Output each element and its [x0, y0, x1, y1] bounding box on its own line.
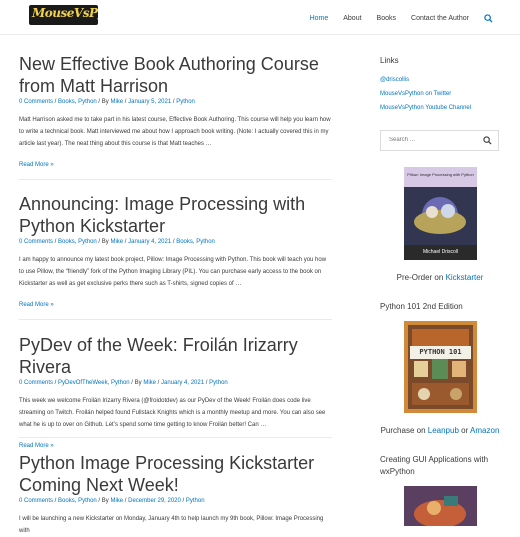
nav-contact[interactable]: Contact the Author — [411, 15, 469, 22]
python101-book-cover[interactable]: PYTHON 101 — [404, 321, 477, 413]
date-link[interactable]: January 4, 2021 — [161, 380, 204, 386]
comments-link[interactable]: 0 Comments — [19, 239, 53, 245]
author-prefix: By — [101, 498, 109, 504]
author-prefix: By — [101, 239, 109, 245]
comments-link[interactable]: 0 Comments — [19, 380, 53, 386]
post-title[interactable]: New Effective Book Authoring Course from… — [19, 54, 332, 97]
category-link[interactable]: Python — [78, 498, 97, 504]
wxpython-book-cover[interactable] — [404, 486, 477, 526]
post: Announcing: Image Processing with Python… — [19, 194, 332, 308]
kickstarter-link[interactable]: Kickstarter — [446, 273, 484, 282]
author-link[interactable]: Mike — [143, 380, 156, 386]
date-link[interactable]: January 4, 2021 — [128, 239, 171, 245]
date-link[interactable]: December 29, 2020 — [128, 498, 181, 504]
post-excerpt: I will be launching a new Kickstarter on… — [19, 516, 324, 534]
search-input[interactable] — [389, 137, 479, 143]
preorder-caption: Pre-Order on Kickstarter — [380, 273, 500, 282]
post-title[interactable]: Python Image Processing Kickstarter Comi… — [19, 453, 332, 496]
wxpython-widget-title: Creating GUI Applications with wxPython — [380, 455, 489, 476]
comments-link[interactable]: 0 Comments — [19, 99, 53, 105]
post-title-link[interactable]: PyDev of the Week: Froilán Irizarry Rive… — [19, 335, 298, 377]
category-link[interactable]: Python — [111, 380, 130, 386]
post-excerpt: Matt Harrison asked me to take part in h… — [19, 117, 331, 147]
tag-link[interactable]: Python — [176, 99, 195, 105]
python101-cover-art — [404, 321, 477, 413]
pillow-cover-author: Michael Driscoll — [422, 249, 458, 255]
read-more-link[interactable]: Read More » — [19, 302, 332, 308]
post: New Effective Book Authoring Course from… — [19, 54, 332, 168]
search-icon[interactable] — [483, 136, 492, 145]
post-meta: 0 Comments / Books, Python / By Mike / D… — [19, 498, 205, 504]
category-link[interactable]: PyDevOfTheWeek — [58, 380, 108, 386]
category-link[interactable]: Python — [78, 239, 97, 245]
links-widget-title: Links — [380, 56, 399, 65]
category-link[interactable]: Books — [58, 498, 75, 504]
read-more-link[interactable]: Read More » — [19, 162, 332, 168]
python101-cover-text: PYTHON 101 — [410, 346, 471, 359]
tag-link[interactable]: Python — [186, 498, 205, 504]
post-meta: 0 Comments / PyDevOfTheWeek, Python / By… — [19, 380, 228, 386]
author-link[interactable]: Mike — [110, 239, 123, 245]
post-title-link[interactable]: New Effective Book Authoring Course from… — [19, 54, 319, 96]
amazon-link[interactable]: Amazon — [470, 426, 499, 435]
post-title[interactable]: Announcing: Image Processing with Python… — [19, 194, 332, 237]
comments-link[interactable]: 0 Comments — [19, 498, 53, 504]
purchase-text: Purchase on — [380, 426, 426, 435]
post-divider — [19, 437, 332, 438]
category-link[interactable]: Books — [58, 239, 75, 245]
python101-widget-title: Python 101 2nd Edition — [380, 302, 463, 311]
category-link[interactable]: Books — [58, 99, 75, 105]
pillow-cover-art — [404, 167, 477, 260]
site-logo[interactable]: MouseVsPython — [29, 5, 98, 25]
nav-home[interactable]: Home — [310, 15, 329, 22]
author-prefix: By — [101, 99, 109, 105]
tag-link[interactable]: Books — [176, 239, 193, 245]
nav-books[interactable]: Books — [377, 15, 396, 22]
post-title-link[interactable]: Python Image Processing Kickstarter Comi… — [19, 453, 314, 495]
pillow-cover-title: Pillow: Image Processing with Python — [407, 172, 474, 177]
post-divider — [19, 319, 332, 320]
author-prefix: By — [134, 380, 142, 386]
or-text: or — [461, 426, 469, 435]
search-icon[interactable] — [484, 13, 493, 23]
tag-link[interactable]: Python — [209, 380, 228, 386]
link-twitter[interactable]: MouseVsPython on Twitter — [380, 91, 451, 97]
author-link[interactable]: Mike — [110, 498, 123, 504]
post: Python Image Processing Kickstarter Comi… — [19, 453, 332, 537]
post-title-link[interactable]: Announcing: Image Processing with Python… — [19, 194, 305, 236]
date-link[interactable]: January 5, 2021 — [128, 99, 171, 105]
wxpython-cover-art — [404, 486, 477, 526]
leanpub-link[interactable]: Leanpub — [428, 426, 459, 435]
post-excerpt: I am happy to announce my latest book pr… — [19, 257, 327, 287]
tag-link[interactable]: Python — [196, 239, 215, 245]
read-more-link[interactable]: Read More » — [19, 443, 332, 449]
link-youtube[interactable]: MouseVsPython Youtube Channel — [380, 105, 471, 111]
main-nav: Home About Books Contact the Author — [295, 11, 520, 25]
category-link[interactable]: Python — [78, 99, 97, 105]
post-excerpt: This week we welcome Froilán Irizarry Ri… — [19, 398, 326, 428]
post-meta: 0 Comments / Books, Python / By Mike / J… — [19, 99, 195, 105]
logo-text: MouseVsPython — [32, 6, 98, 20]
link-driscollis[interactable]: @driscollis — [380, 77, 409, 83]
author-link[interactable]: Mike — [110, 99, 123, 105]
purchase-caption: Purchase on Leanpub or Amazon — [380, 426, 500, 435]
post-divider — [19, 179, 332, 180]
site-header: MouseVsPython Home About Books Contact t… — [0, 0, 520, 35]
post-title[interactable]: PyDev of the Week: Froilán Irizarry Rive… — [19, 335, 332, 378]
sidebar-search — [380, 130, 499, 151]
post: PyDev of the Week: Froilán Irizarry Rive… — [19, 335, 332, 449]
preorder-text: Pre-Order on — [396, 273, 444, 282]
nav-about[interactable]: About — [343, 15, 361, 22]
post-meta: 0 Comments / Books, Python / By Mike / J… — [19, 239, 215, 245]
pillow-book-cover[interactable]: Pillow: Image Processing with Python Mic… — [404, 167, 477, 260]
